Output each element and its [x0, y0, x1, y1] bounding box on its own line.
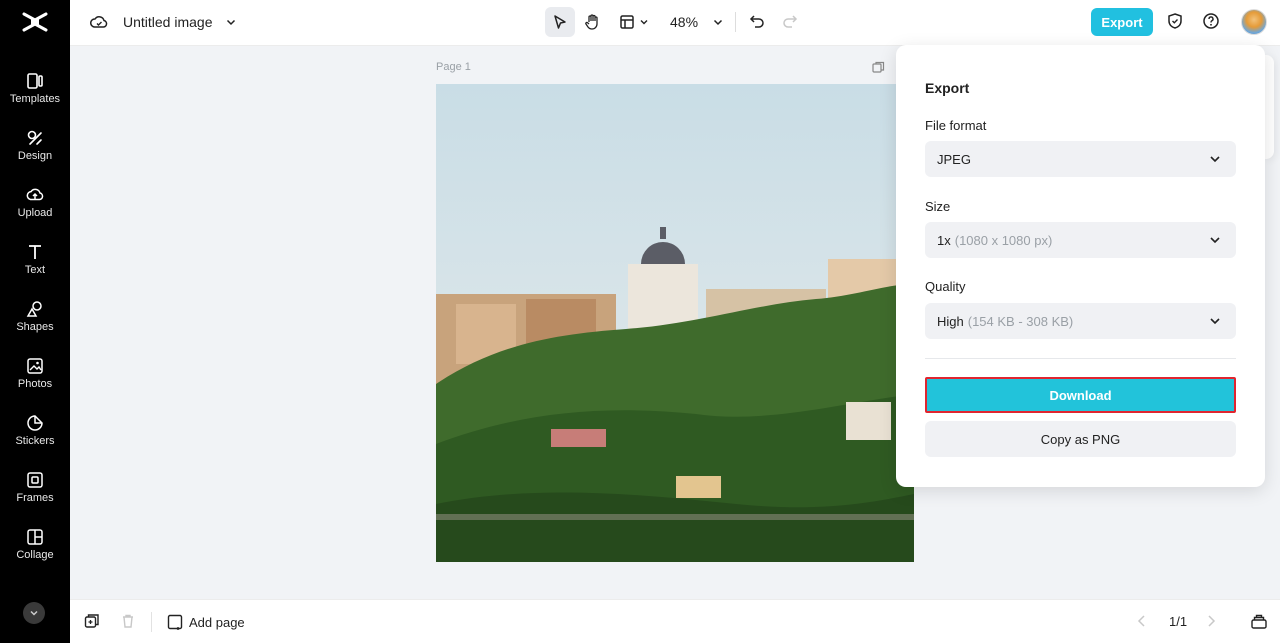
add-page-label: Add page [189, 614, 245, 630]
sidebar-more-button[interactable] [23, 602, 45, 624]
sidebar-item-text[interactable]: Text [0, 243, 70, 295]
zoom-dropdown[interactable]: 48% [670, 13, 724, 31]
collage-icon [27, 529, 43, 545]
chevron-left-icon [1137, 615, 1145, 627]
file-format-select[interactable]: JPEG [925, 141, 1236, 177]
toolbar-divider [735, 12, 736, 32]
undo-icon [749, 15, 764, 28]
hand-tool-button[interactable] [582, 11, 604, 33]
sidebar-item-label: Design [17, 150, 53, 162]
shield-button[interactable] [1166, 12, 1184, 30]
quality-select[interactable]: High (154 KB - 308 KB) [925, 303, 1236, 339]
capcut-logo-icon[interactable] [22, 10, 48, 34]
sidebar-item-label: Collage [16, 549, 54, 561]
quality-label: Quality [925, 279, 966, 294]
sidebar-item-label: Shapes [16, 321, 54, 333]
redo-icon [783, 15, 798, 28]
panel-divider [925, 358, 1236, 359]
add-page-icon [167, 614, 183, 630]
background-panel-edge [1265, 55, 1274, 159]
sidebar-item-label: Frames [16, 492, 54, 504]
copy-as-png-button[interactable]: Copy as PNG [925, 421, 1236, 457]
redo-button[interactable] [781, 12, 799, 30]
layout-icon [620, 15, 634, 29]
stickers-icon [27, 415, 43, 431]
hand-icon [585, 14, 598, 30]
layout-menu-button[interactable] [619, 12, 649, 32]
user-avatar[interactable] [1241, 9, 1267, 35]
quality-value: High [937, 313, 964, 329]
sidebar-item-photos[interactable]: Photos [0, 357, 70, 409]
sidebar-item-collage[interactable]: Collage [0, 528, 70, 580]
duplicate-page-button[interactable] [84, 613, 100, 629]
duplicate-icon [84, 614, 99, 628]
landscape-photo [436, 84, 914, 562]
trash-icon [123, 614, 133, 628]
next-page-button[interactable] [1205, 614, 1217, 628]
cloud-save-icon[interactable] [90, 13, 108, 31]
sidebar-item-templates[interactable]: Templates [0, 72, 70, 124]
chevron-down-icon [1210, 237, 1220, 244]
photos-icon [27, 358, 43, 374]
size-label: Size [925, 199, 951, 214]
select-tool-button[interactable] [545, 7, 575, 37]
sidebar-item-label: Templates [9, 93, 61, 105]
zoom-level: 48% [670, 14, 699, 30]
add-page-button[interactable]: Add page [167, 612, 245, 632]
sidebar-item-shapes[interactable]: Shapes [0, 300, 70, 352]
undo-button[interactable] [748, 12, 766, 30]
sidebar-item-label: Photos [17, 378, 53, 390]
help-icon [1203, 13, 1219, 29]
duplicate-page-icon[interactable] [872, 61, 885, 74]
size-value: 1x [937, 232, 951, 248]
layers-icon [1251, 614, 1267, 629]
text-icon [29, 245, 41, 259]
sidebar-item-design[interactable]: Design [0, 129, 70, 181]
chevron-down-icon [714, 19, 723, 26]
shapes-icon [26, 301, 42, 317]
left-sidebar: Templates Design Upload Text Shapes Phot… [0, 0, 70, 643]
page-label: Page 1 [436, 61, 471, 73]
shield-check-icon [1168, 13, 1182, 29]
chevron-down-icon [226, 19, 235, 26]
upload-icon [26, 188, 44, 201]
quality-hint: (154 KB - 308 KB) [967, 313, 1074, 329]
chevron-down-icon [1210, 156, 1220, 163]
chevron-down-icon [1210, 318, 1220, 325]
export-button[interactable]: Export [1091, 8, 1153, 36]
help-button[interactable] [1202, 12, 1220, 30]
export-panel-title: Export [925, 80, 970, 96]
file-format-value: JPEG [937, 151, 971, 167]
top-toolbar: Untitled image 48% Export [70, 0, 1280, 46]
export-panel: Export File format JPEG Size 1x (1080 x … [896, 45, 1265, 487]
canvas-page-image[interactable] [436, 84, 914, 562]
sidebar-item-label: Stickers [15, 435, 55, 447]
design-icon [27, 130, 42, 145]
file-format-label: File format [925, 118, 987, 133]
bottom-toolbar: Add page 1/1 [70, 599, 1280, 643]
sidebar-item-frames[interactable]: Frames [0, 471, 70, 523]
document-title: Untitled image [123, 14, 213, 30]
page-counter: 1/1 [1169, 614, 1188, 629]
sidebar-item-label: Upload [17, 207, 53, 219]
size-select[interactable]: 1x (1080 x 1080 px) [925, 222, 1236, 258]
document-title-dropdown[interactable]: Untitled image [123, 13, 237, 31]
chevron-down-icon [30, 610, 38, 616]
sidebar-item-upload[interactable]: Upload [0, 186, 70, 238]
bottom-divider [151, 612, 152, 632]
pointer-icon [554, 15, 566, 29]
pages-panel-button[interactable] [1250, 612, 1268, 630]
download-button[interactable]: Download [925, 377, 1236, 413]
size-hint: (1080 x 1080 px) [954, 232, 1053, 248]
frames-icon [27, 472, 43, 488]
delete-page-button[interactable] [120, 613, 136, 629]
templates-icon [27, 73, 43, 89]
prev-page-button[interactable] [1136, 614, 1148, 628]
chevron-down-icon [640, 20, 648, 25]
chevron-right-icon [1208, 615, 1216, 627]
sidebar-item-label: Text [24, 264, 46, 276]
sidebar-item-stickers[interactable]: Stickers [0, 414, 70, 466]
